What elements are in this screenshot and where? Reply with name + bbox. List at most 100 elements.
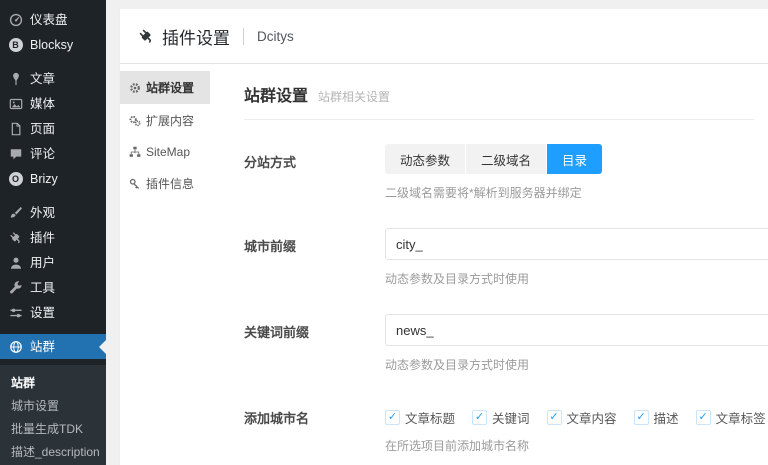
sidebar-item-sitegroup[interactable]: 站群 (0, 334, 106, 359)
field-label: 分站方式 (244, 144, 385, 201)
tab-label: SiteMap (146, 145, 190, 159)
panel-header: 站群设置 站群相关设置 (244, 64, 754, 120)
media-icon (8, 96, 23, 111)
submenu-item-city-settings[interactable]: 城市设置 (0, 395, 106, 418)
checkbox-icon: ✓ (696, 410, 711, 425)
submenu-item-sitegroup[interactable]: 站群 (0, 372, 106, 395)
sidebar-item-tools[interactable]: 工具 (0, 275, 106, 300)
plugin-settings-card: 插件设置 Dcitys 站群设置 (120, 9, 768, 465)
panel-title: 站群设置 (244, 82, 308, 106)
sidebar-item-settings[interactable]: 设置 (0, 300, 106, 325)
site-mode-segmented-control: 动态参数 二级域名 目录 (385, 144, 602, 174)
sidebar-item-label: 工具 (30, 281, 55, 295)
form-row-keyword-prefix: 关键词前缀 动态参数及目录方式时使用 (244, 314, 768, 373)
wp-admin-page: 仪表盘 B Blocksy 文章 媒体 页面 (0, 0, 768, 465)
city-prefix-input[interactable] (385, 228, 768, 260)
checkbox-icon: ✓ (472, 410, 487, 425)
form-row-site-mode: 分站方式 动态参数 二级域名 目录 二级域名需要将*解析到服务器并绑定 (244, 144, 768, 201)
sidebar-item-label: 用户 (30, 256, 55, 270)
tab-label: 站群设置 (146, 79, 194, 96)
sidebar-item-label: 仪表盘 (30, 13, 68, 27)
sidebar-item-label: 外观 (30, 206, 55, 220)
sidebar-item-label: Brizy (30, 172, 58, 186)
wrench-icon (8, 280, 23, 295)
title-divider (243, 28, 244, 45)
settings-sliders-icon (8, 305, 23, 320)
tab-sitemap[interactable]: SiteMap (120, 137, 210, 167)
submenu-item-batch-tdk[interactable]: 批量生成TDK (0, 418, 106, 441)
checkbox-icon: ✓ (634, 410, 649, 425)
brush-icon (8, 205, 23, 220)
settings-form: 分站方式 动态参数 二级域名 目录 二级域名需要将*解析到服务器并绑定 (244, 144, 768, 465)
blocksy-icon: B (8, 37, 23, 52)
sidebar-item-media[interactable]: 媒体 (0, 91, 106, 116)
plug-icon (134, 24, 158, 48)
field-help: 动态参数及目录方式时使用 (385, 356, 768, 373)
sidebar-item-blocksy[interactable]: B Blocksy (0, 32, 106, 57)
field-label: 添加城市名 (244, 400, 385, 454)
field-label: 关键词前缀 (244, 314, 385, 373)
sidebar-item-label: 页面 (30, 122, 55, 136)
checkbox-post-tags[interactable]: ✓文章标签 (696, 408, 766, 427)
sidebar-item-label: 设置 (30, 306, 55, 320)
field-label: 城市前缀 (244, 228, 385, 287)
form-row-add-city-name: 添加城市名 ✓文章标题 ✓关键词 ✓文章内容 ✓描述 ✓文章标签 ✓菜单 ✓页面… (244, 400, 768, 454)
sidebar-item-plugins[interactable]: 插件 (0, 225, 106, 250)
tab-extended-content[interactable]: 扩展内容 (120, 104, 210, 137)
admin-sidebar: 仪表盘 B Blocksy 文章 媒体 页面 (0, 0, 106, 465)
keyword-prefix-input[interactable] (385, 314, 768, 346)
sidebar-item-label: 媒体 (30, 97, 55, 111)
key-icon (129, 178, 141, 190)
user-icon (8, 255, 23, 270)
plug-icon (8, 230, 23, 245)
brizy-icon: O (8, 171, 23, 186)
sidebar-item-pages[interactable]: 页面 (0, 116, 106, 141)
checkbox-post-content[interactable]: ✓文章内容 (547, 408, 617, 427)
admin-content: 插件设置 Dcitys 站群设置 (106, 0, 768, 465)
tab-label: 插件信息 (146, 175, 194, 192)
settings-panel: 站群设置 站群相关设置 分站方式 动态参数 二级域名 目录 (210, 64, 768, 465)
panel-subtitle: 站群相关设置 (318, 88, 390, 105)
dashboard-icon (8, 12, 23, 27)
sidebar-item-appearance[interactable]: 外观 (0, 200, 106, 225)
settings-nav: 站群设置 扩展内容 SiteMap (120, 64, 210, 465)
checkbox-post-title[interactable]: ✓文章标题 (385, 408, 455, 427)
card-body: 站群设置 扩展内容 SiteMap (120, 64, 768, 465)
sidebar-item-comments[interactable]: 评论 (0, 141, 106, 166)
sidebar-item-brizy[interactable]: O Brizy (0, 166, 106, 191)
field-help: 二级域名需要将*解析到服务器并绑定 (385, 184, 768, 201)
tab-sitegroup-settings[interactable]: 站群设置 (120, 71, 210, 104)
sidebar-item-users[interactable]: 用户 (0, 250, 106, 275)
field-help: 动态参数及目录方式时使用 (385, 270, 768, 287)
page-icon (8, 121, 23, 136)
card-header: 插件设置 Dcitys (120, 9, 768, 64)
site-mode-option-dynamic-params[interactable]: 动态参数 (385, 144, 465, 174)
sidebar-item-posts[interactable]: 文章 (0, 66, 106, 91)
field-help: 在所选项目前添加城市名称 (385, 437, 768, 454)
sidebar-item-label: 文章 (30, 72, 55, 86)
sidebar-item-label: Blocksy (30, 38, 73, 52)
site-network-icon (8, 339, 23, 354)
checkbox-icon: ✓ (385, 410, 400, 425)
checkbox-keywords[interactable]: ✓关键词 (472, 408, 530, 427)
sitegroup-submenu: 站群 城市设置 批量生成TDK 描述_description 关键词_keywo… (0, 365, 106, 465)
submenu-item-description[interactable]: 描述_description (0, 441, 106, 464)
add-city-checkbox-group: ✓文章标题 ✓关键词 ✓文章内容 ✓描述 ✓文章标签 ✓菜单 ✓页面标题 (385, 400, 768, 427)
form-row-city-prefix: 城市前缀 动态参数及目录方式时使用 (244, 228, 768, 287)
site-mode-option-subdomain[interactable]: 二级域名 (466, 144, 546, 174)
site-mode-option-directory[interactable]: 目录 (547, 144, 602, 174)
checkbox-description[interactable]: ✓描述 (634, 408, 679, 427)
plugin-name: Dcitys (257, 29, 294, 44)
gear-icon (129, 82, 141, 94)
sidebar-item-label: 评论 (30, 147, 55, 161)
sitemap-icon (129, 146, 141, 158)
cogs-icon (129, 115, 141, 127)
sidebar-item-label: 插件 (30, 231, 55, 245)
pushpin-icon (8, 71, 23, 86)
tab-label: 扩展内容 (146, 112, 194, 129)
page-title: 插件设置 (162, 24, 230, 49)
sidebar-item-label: 站群 (30, 340, 55, 354)
checkbox-icon: ✓ (547, 410, 562, 425)
tab-plugin-info[interactable]: 插件信息 (120, 167, 210, 200)
sidebar-item-dashboard[interactable]: 仪表盘 (0, 7, 106, 32)
